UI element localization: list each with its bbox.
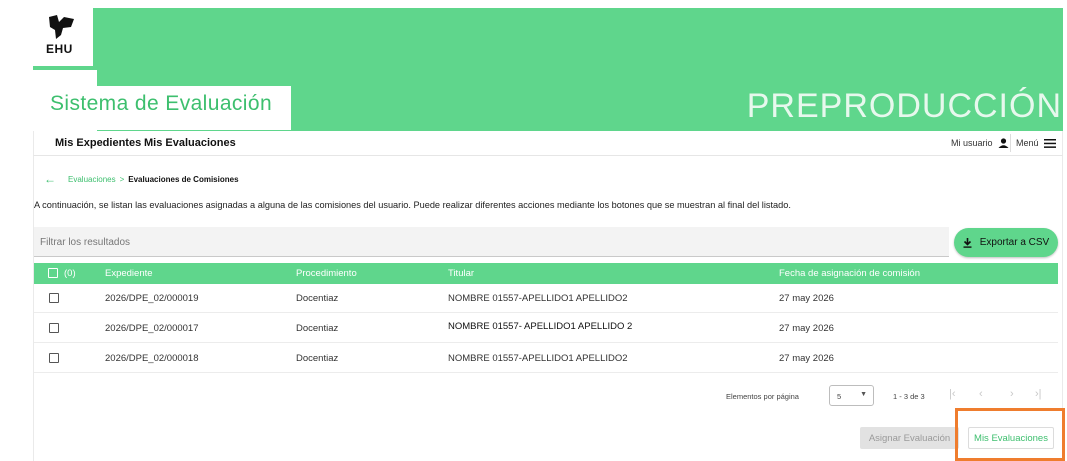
select-all-checkbox[interactable]	[48, 268, 58, 278]
table-row[interactable]: 2026/DPE_02/000018 Docentiaz NOMBRE 0155…	[34, 344, 1058, 373]
table-row[interactable]: 2026/DPE_02/000017 Docentiaz NOMBRE 0155…	[34, 314, 1058, 343]
header-banner: EHU Sistema de Evaluación PREPRODUCCIÓN	[33, 8, 1063, 131]
user-icon	[998, 138, 1009, 148]
column-header-expediente[interactable]: Expediente	[105, 268, 153, 279]
ehu-emblem-icon	[49, 15, 74, 39]
column-header-procedimiento[interactable]: Procedimiento	[296, 268, 357, 279]
cell-procedimiento: Docentiaz	[296, 353, 339, 364]
main-nav: Mis Expedientes Mis Evaluaciones Mi usua…	[33, 131, 1063, 156]
nav-item-mis-evaluaciones[interactable]: Mis Evaluaciones	[144, 137, 236, 149]
logo-text: EHU	[46, 42, 73, 56]
user-menu-button[interactable]: Mi usuario	[951, 138, 1009, 148]
page-size-select[interactable]: 5 ▼	[829, 385, 874, 406]
row-checkbox[interactable]	[49, 353, 59, 363]
first-page-icon[interactable]: |‹	[949, 388, 956, 400]
cell-fecha: 27 may 2026	[779, 323, 834, 334]
previous-page-icon[interactable]: ‹	[979, 388, 983, 400]
nav-divider	[1010, 134, 1011, 152]
row-checkbox[interactable]	[49, 293, 59, 303]
menu-label: Menú	[1016, 138, 1039, 148]
user-menu-label: Mi usuario	[951, 138, 993, 148]
ehu-logo[interactable]: EHU	[33, 8, 93, 66]
cell-expediente: 2026/DPE_02/000017	[105, 323, 199, 334]
next-page-icon[interactable]: ›	[1010, 388, 1014, 400]
cell-procedimiento: Docentiaz	[296, 323, 339, 334]
cell-procedimiento: Docentiaz	[296, 293, 339, 304]
page-range: 1 - 3 de 3	[893, 392, 925, 401]
hamburger-icon	[1043, 138, 1056, 148]
nav-item-mis-expedientes[interactable]: Mis Expedientes	[55, 137, 141, 149]
environment-label: PREPRODUCCIÓN	[746, 87, 1062, 125]
mis-evaluaciones-button[interactable]: Mis Evaluaciones	[968, 427, 1054, 449]
page-size-label: Elementos por página	[726, 392, 799, 401]
cell-expediente: 2026/DPE_02/000019	[105, 293, 199, 304]
filter-input[interactable]: Filtrar los resultados	[34, 227, 949, 257]
export-csv-button[interactable]: Exportar a CSV	[954, 228, 1058, 257]
breadcrumb-current: Evaluaciones de Comisiones	[128, 174, 239, 184]
row-checkbox[interactable]	[49, 323, 59, 333]
breadcrumb: ← Evaluaciones > Evaluaciones de Comisio…	[44, 172, 239, 186]
chevron-down-icon: ▼	[860, 391, 867, 398]
breadcrumb-link-evaluaciones[interactable]: Evaluaciones	[68, 175, 116, 184]
column-header-fecha[interactable]: Fecha de asignación de comisión	[779, 268, 920, 279]
download-icon	[963, 237, 972, 248]
cell-fecha: 27 may 2026	[779, 293, 834, 304]
paginator: Elementos por página 5 ▼ 1 - 3 de 3 |‹ ‹…	[34, 385, 1058, 407]
back-arrow-icon[interactable]: ←	[44, 172, 56, 186]
cell-expediente: 2026/DPE_02/000018	[105, 353, 199, 364]
menu-button[interactable]: Menú	[1016, 138, 1056, 148]
cell-fecha: 27 may 2026	[779, 353, 834, 364]
main-content: ← Evaluaciones > Evaluaciones de Comisio…	[33, 156, 1063, 461]
cell-titular: NOMBRE 01557- APELLIDO1 APELLIDO 2	[448, 321, 633, 332]
export-csv-label: Exportar a CSV	[979, 237, 1050, 248]
table-row[interactable]: 2026/DPE_02/000019 Docentiaz NOMBRE 0155…	[34, 284, 1058, 313]
app-title: Sistema de Evaluación	[50, 92, 273, 115]
selected-count: (0)	[64, 268, 76, 279]
cell-titular: NOMBRE 01557-APELLIDO1 APELLIDO2	[448, 293, 628, 304]
last-page-icon[interactable]: ›|	[1035, 388, 1042, 400]
table-header: (0) Expediente Procedimiento Titular Fec…	[34, 263, 1058, 284]
page-size-value: 5	[837, 392, 842, 401]
column-header-titular[interactable]: Titular	[448, 268, 474, 279]
cell-titular: NOMBRE 01557-APELLIDO1 APELLIDO2	[448, 353, 628, 364]
assign-evaluation-button[interactable]: Asignar Evaluación	[860, 427, 959, 449]
breadcrumb-separator: >	[119, 174, 125, 184]
page-description: A continuación, se listan las evaluacion…	[34, 200, 791, 210]
